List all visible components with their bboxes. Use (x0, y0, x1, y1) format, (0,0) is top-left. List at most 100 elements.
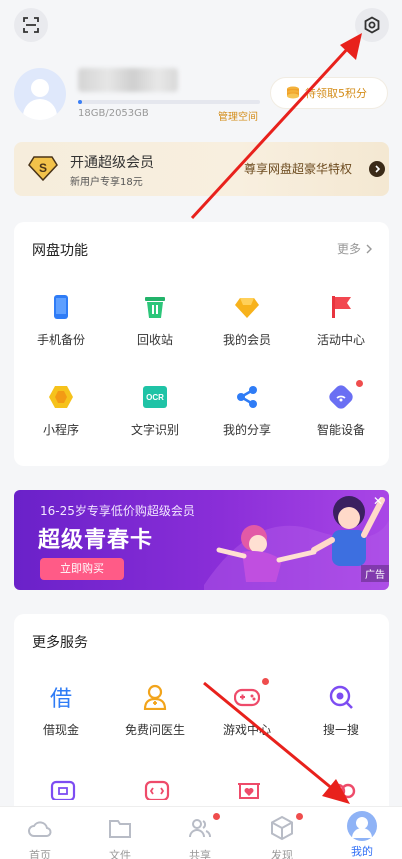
grid-item-partial[interactable] (330, 780, 356, 804)
grid-item-label: 小程序 (42, 423, 79, 437)
grid-item-label: 搜一搜 (322, 723, 359, 737)
grid-item-label: 回收站 (136, 333, 173, 347)
vip-subtitle: 新用户专享18元 (70, 177, 143, 188)
vip-promo-text: 尊享网盘超豪华特权 (244, 162, 353, 176)
tab-label: 文件 (109, 849, 131, 859)
more-label: 更多 (336, 242, 361, 256)
vip-banner[interactable]: S 开通超级会员 新用户专享18元 尊享网盘超豪华特权 (14, 142, 389, 196)
settings-button[interactable] (355, 8, 389, 42)
grid-item-label: 智能设备 (316, 423, 365, 437)
folder-icon (109, 820, 131, 838)
grid-item-label: 手机备份 (36, 333, 85, 347)
cloud-icon (28, 821, 52, 837)
notification-dot (262, 678, 269, 685)
gear-icon (364, 16, 380, 34)
grid-item-borrow-cash[interactable]: 借 借现金 (16, 684, 106, 738)
grid-item-phone-backup[interactable]: 手机备份 (16, 294, 106, 348)
notification-dot (356, 380, 363, 387)
tab-label: 首页 (29, 849, 51, 859)
grid-item-partial[interactable] (50, 780, 76, 804)
users-icon (189, 819, 211, 838)
notification-dot (213, 813, 220, 820)
notification-dot (296, 813, 303, 820)
share-icon (237, 386, 257, 408)
coins-icon (287, 86, 299, 99)
grid-item-partial[interactable] (144, 780, 170, 804)
ocr-icon-text: OCR (146, 393, 164, 402)
more-services-card: 更多服务 借 借现金 免费问医生 游戏中心 搜一搜 (14, 614, 389, 834)
phone-backup-icon (54, 295, 68, 319)
storage-progress (78, 100, 260, 104)
grid-item-game-center[interactable]: 游戏中心 (202, 678, 292, 738)
grid-item-free-doctor[interactable]: 免费问医生 (110, 684, 200, 738)
scan-icon (23, 17, 39, 33)
heart-hand-icon (238, 783, 260, 799)
video-icon (144, 780, 170, 802)
netdisk-functions-card: 网盘功能 更多 手机备份 回收站 我的会员 活动中心 小程序 OCR 文字识别 … (14, 222, 389, 466)
netdisk-functions-title: 网盘功能 (32, 243, 88, 259)
vip-badge-icon: S (28, 156, 58, 181)
more-link[interactable]: 更多 (337, 240, 373, 257)
tab-files[interactable]: 文件 (80, 815, 160, 859)
grid-item-label: 免费问医生 (124, 723, 185, 737)
grid-item-label: 我的会员 (222, 333, 271, 347)
svg-text:S: S (39, 161, 47, 175)
banner-subtitle: 16-25岁专享低价购超级会员 (40, 504, 195, 518)
more-services-title: 更多服务 (32, 635, 88, 651)
grid-item-smart-device[interactable]: 智能设备 (296, 380, 386, 438)
claim-points-button[interactable]: 待领取5积分 (270, 77, 388, 109)
tab-me[interactable]: 我的 (322, 811, 402, 859)
tab-home[interactable]: 首页 (0, 815, 80, 859)
grid-item-my-vip[interactable]: 我的会员 (202, 294, 292, 348)
banner-title: 超级青春卡 (38, 528, 154, 553)
bottom-tab-bar: 首页 文件 共享 发现 我的 (0, 806, 402, 859)
grid-item-label: 我的分享 (222, 423, 271, 437)
youth-card-ad-banner[interactable]: 16-25岁专享低价购超级会员 超级青春卡 立即购买 ✕ 广告 (14, 490, 389, 590)
flag-icon (332, 296, 351, 318)
close-icon[interactable]: ✕ (373, 494, 383, 508)
avatar-icon (347, 811, 377, 841)
tab-label: 共享 (189, 849, 211, 859)
mini-program-icon (49, 386, 73, 408)
ad-label: 广告 (361, 565, 389, 582)
cube-icon (271, 815, 293, 841)
tab-label: 发现 (271, 849, 293, 859)
loan-icon-text: 借 (50, 687, 72, 710)
avatar[interactable] (14, 68, 66, 120)
grid-item-mini-program[interactable]: 小程序 (16, 384, 106, 438)
grid-item-label: 活动中心 (316, 333, 365, 347)
claim-points-label: 待领取5积分 (305, 87, 367, 100)
grid-item-recycle-bin[interactable]: 回收站 (110, 294, 200, 348)
grid-item-search[interactable]: 搜一搜 (296, 684, 386, 738)
ocr-icon: OCR (143, 386, 167, 408)
top-bar (0, 0, 402, 52)
doctor-icon (143, 684, 167, 711)
profile-section: 18GB/2053GB 管理空间 待领取5积分 (0, 64, 402, 124)
tab-label: 我的 (351, 845, 373, 858)
diamond-icon (235, 298, 259, 318)
tab-discover[interactable]: 发现 (242, 813, 322, 859)
buy-now-button[interactable]: 立即购买 (40, 558, 124, 580)
grid-item-ocr[interactable]: OCR 文字识别 (110, 384, 200, 438)
search-icon (329, 685, 353, 709)
vip-title: 开通超级会员 (70, 155, 154, 171)
chevron-right-icon (366, 244, 372, 253)
grid-item-partial[interactable] (236, 780, 262, 804)
card-icon (50, 780, 76, 802)
infinity-icon (330, 783, 356, 799)
grid-item-activity-center[interactable]: 活动中心 (296, 294, 386, 348)
username-blurred (78, 68, 178, 92)
manage-space-link[interactable]: 管理空间 (218, 108, 258, 123)
chevron-right-icon (369, 161, 385, 177)
storage-progress-fill (78, 100, 82, 104)
grid-item-my-share[interactable]: 我的分享 (202, 384, 292, 438)
tab-share[interactable]: 共享 (160, 813, 240, 859)
storage-usage-text: 18GB/2053GB (78, 108, 149, 119)
gamepad-icon (233, 688, 261, 707)
loan-icon: 借 (50, 687, 72, 712)
scan-button[interactable] (14, 8, 48, 42)
recycle-bin-icon (145, 297, 165, 318)
smart-device-icon (329, 385, 353, 409)
grid-item-label: 文字识别 (130, 423, 179, 437)
grid-item-label: 借现金 (42, 723, 79, 737)
